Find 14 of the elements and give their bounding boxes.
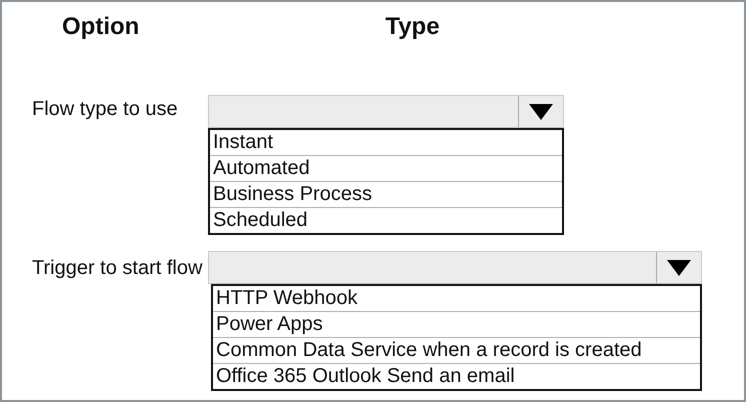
dropdown-option[interactable]: Common Data Service when a record is created [213, 337, 700, 363]
dropdown-option[interactable]: Business Process [210, 181, 562, 207]
column-header: Type [385, 13, 440, 41]
row-label: Trigger to start flow [31, 257, 204, 280]
caret-icon [666, 258, 692, 276]
column-header: Option [62, 13, 140, 41]
row-label: Flow type to use [31, 98, 179, 121]
dropdown-option[interactable]: Automated [210, 155, 562, 181]
dropdown-option[interactable]: Instant [210, 130, 562, 155]
caret-icon [528, 102, 554, 120]
dropdown-option[interactable]: Scheduled [210, 207, 562, 233]
dropdown-option[interactable]: HTTP Webhook [213, 286, 700, 311]
dropdown-option[interactable]: Power Apps [213, 311, 700, 337]
dropdown-option[interactable]: Office 365 Outlook Send an email [213, 363, 700, 389]
